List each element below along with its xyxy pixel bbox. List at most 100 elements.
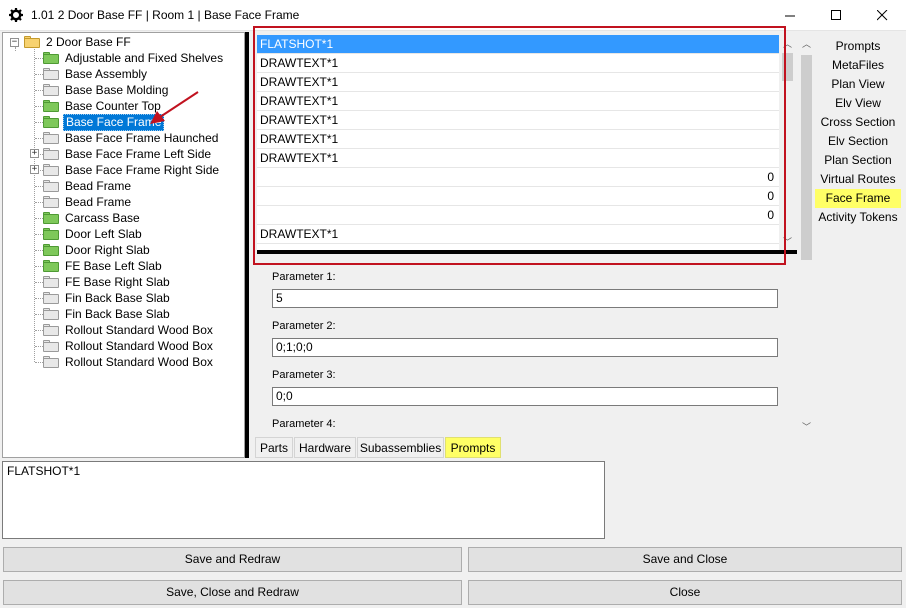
gray-folder-icon — [43, 196, 59, 208]
tree-item-label: Base Face Frame — [63, 113, 165, 131]
list-scrollbar[interactable]: ︿ ﹀ — [779, 35, 796, 250]
tree-item[interactable]: FE Base Right Slab — [43, 274, 172, 290]
save-close-button[interactable]: Save and Close — [468, 547, 902, 572]
tree-item[interactable]: Door Right Slab — [43, 242, 152, 258]
scroll-up-icon[interactable]: ︿ — [779, 35, 796, 52]
tree-connector — [35, 58, 43, 59]
parameter-input[interactable]: 0;1;0;0 — [272, 338, 778, 357]
scroll-thumb[interactable] — [801, 55, 812, 260]
tree-item[interactable]: Door Left Slab — [43, 226, 144, 242]
close-button[interactable]: Close — [468, 580, 902, 605]
list-item[interactable]: 0 — [257, 168, 779, 187]
prompts-scrollbar[interactable]: ︿ ﹀ — [798, 35, 815, 435]
list-item[interactable]: DRAWTEXT*1 — [257, 130, 779, 149]
nav-button[interactable]: Virtual Routes — [815, 170, 901, 189]
assembly-tree[interactable]: − 2 Door Base FF Adjustable and Fixed Sh… — [2, 32, 245, 458]
gray-folder-icon — [43, 132, 59, 144]
tab-subassemblies[interactable]: Subassemblies — [357, 437, 444, 458]
nav-button[interactable]: Plan Section — [815, 151, 901, 170]
list-item[interactable]: 0 — [257, 206, 779, 225]
tree-item[interactable]: Base Assembly — [43, 66, 149, 82]
scroll-down-icon[interactable]: ﹀ — [779, 233, 796, 250]
tree-item[interactable]: Base Face Frame Left Side — [43, 146, 213, 162]
nav-button[interactable]: Elv Section — [815, 132, 901, 151]
parameter-label: Parameter 1: — [272, 271, 336, 283]
gray-folder-icon — [43, 276, 59, 288]
save-close-redraw-button[interactable]: Save, Close and Redraw — [3, 580, 462, 605]
list-item[interactable]: DRAWTEXT*1 — [257, 73, 779, 92]
list-item[interactable]: 0 — [257, 187, 779, 206]
tree-item[interactable]: Base Face Frame Haunched — [43, 130, 220, 146]
nav-button[interactable]: Cross Section — [815, 113, 901, 132]
tree-item[interactable]: FE Base Left Slab — [43, 258, 164, 274]
scroll-up-icon[interactable]: ︿ — [798, 35, 815, 52]
gray-folder-icon — [43, 68, 59, 80]
collapse-icon[interactable]: − — [10, 37, 19, 47]
metafile-list[interactable]: FLATSHOT*1 DRAWTEXT*1 DRAWTEXT*1 DRAWTEXT*1… — [257, 35, 779, 250]
close-icon — [876, 10, 887, 21]
tree-item[interactable]: Rollout Standard Wood Box — [43, 322, 215, 338]
tree-item[interactable]: Rollout Standard Wood Box — [43, 338, 215, 354]
list-item[interactable]: DRAWTEXT*1 — [257, 111, 779, 130]
nav-button[interactable]: Face Frame — [815, 189, 901, 208]
list-item[interactable]: DRAWTEXT*1 — [257, 225, 779, 244]
tree-item[interactable]: Fin Back Base Slab — [43, 290, 172, 306]
tree-connector — [35, 266, 43, 267]
parameter-input[interactable]: 5 — [272, 289, 778, 308]
tree-connector — [35, 250, 43, 251]
minimize-button[interactable] — [767, 0, 813, 31]
expand-icon[interactable]: + — [30, 149, 39, 158]
tree-item[interactable]: Rollout Standard Wood Box — [43, 354, 215, 370]
tree-connector — [35, 346, 43, 347]
tree-item[interactable]: Base Face Frame — [43, 113, 165, 131]
tree-item-label: Rollout Standard Wood Box — [65, 322, 213, 337]
green-folder-icon — [43, 260, 59, 272]
nav-button[interactable]: Activity Tokens — [815, 208, 901, 227]
tree-item[interactable]: Fin Back Base Slab — [43, 306, 172, 322]
green-folder-icon — [43, 228, 59, 240]
close-window-button[interactable] — [859, 0, 905, 31]
tree-root[interactable]: − 2 Door Base FF — [10, 34, 133, 50]
tree-connector — [35, 282, 43, 283]
tree-item[interactable]: Bead Frame — [43, 194, 133, 210]
list-item[interactable]: DRAWTEXT*1 — [257, 54, 779, 73]
tree-item[interactable]: Base Base Molding — [43, 82, 170, 98]
panel-splitter[interactable] — [245, 32, 249, 458]
tree-item-label: Fin Back Base Slab — [65, 306, 170, 321]
green-folder-icon — [43, 244, 59, 256]
tree-item[interactable]: Base Face Frame Right Side — [43, 162, 221, 178]
tab-hardware[interactable]: Hardware — [294, 437, 356, 458]
tab-parts[interactable]: Parts — [255, 437, 293, 458]
tree-item-label: Base Counter Top — [65, 98, 161, 113]
expand-icon[interactable]: + — [30, 165, 39, 174]
maximize-button[interactable] — [813, 0, 859, 31]
tree-item-label: Fin Back Base Slab — [65, 290, 170, 305]
title-bar: 1.01 2 Door Base FF | Room 1 | Base Face… — [0, 0, 906, 31]
green-folder-icon — [43, 116, 59, 128]
list-item[interactable]: DRAWTEXT*1 — [257, 92, 779, 111]
parameter-label: Parameter 3: — [272, 369, 336, 381]
nav-button[interactable]: Plan View — [815, 75, 901, 94]
list-item[interactable]: FLATSHOT*1 — [257, 35, 779, 54]
tab-prompts[interactable]: Prompts — [445, 437, 501, 458]
nav-button[interactable]: Prompts — [815, 37, 901, 56]
tree-item-label: Base Face Frame Haunched — [65, 130, 219, 145]
minimize-icon — [784, 15, 795, 17]
save-redraw-button[interactable]: Save and Redraw — [3, 547, 462, 572]
tree-item[interactable]: Base Counter Top — [43, 98, 163, 114]
tree-item[interactable]: Carcass Base — [43, 210, 142, 226]
tree-connector — [35, 362, 43, 363]
tree-item[interactable]: Bead Frame — [43, 178, 133, 194]
scroll-down-icon[interactable]: ﹀ — [798, 418, 815, 435]
parameter-label: Parameter 4: — [272, 418, 336, 430]
list-item[interactable]: DRAWTEXT*1 — [257, 149, 779, 168]
command-textarea[interactable]: FLATSHOT*1 — [2, 461, 605, 539]
list-splitter[interactable] — [257, 250, 797, 254]
tree-item[interactable]: Adjustable and Fixed Shelves — [43, 50, 225, 66]
gray-folder-icon — [43, 84, 59, 96]
parameter-input[interactable]: 0;0 — [272, 387, 778, 406]
nav-button[interactable]: MetaFiles — [815, 56, 901, 75]
scroll-thumb[interactable] — [782, 53, 793, 81]
tree-connector — [35, 90, 43, 91]
nav-button[interactable]: Elv View — [815, 94, 901, 113]
